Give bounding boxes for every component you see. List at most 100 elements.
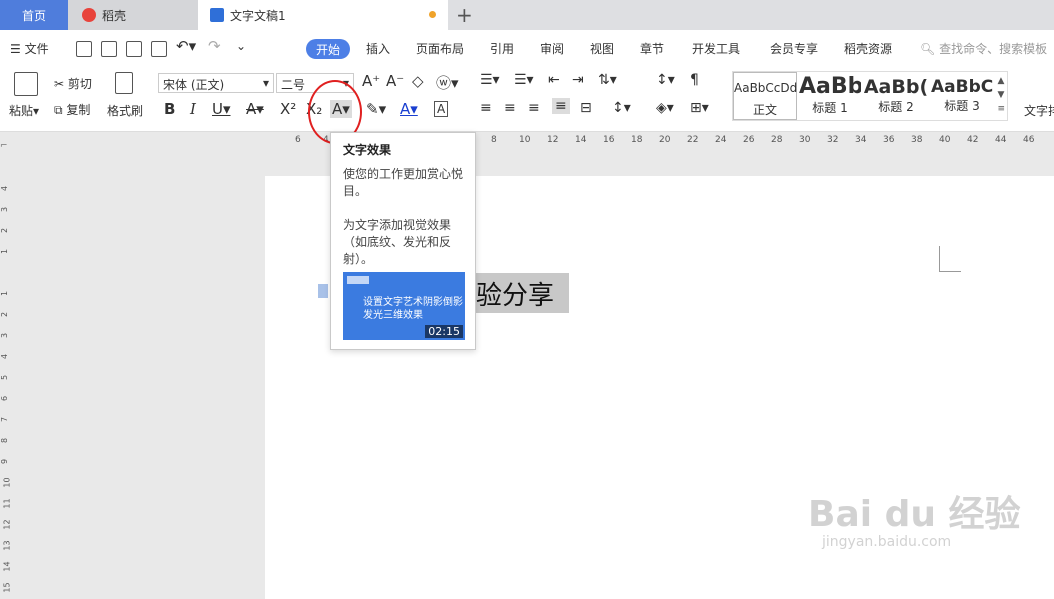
borders-icon[interactable]: ⊞▾ bbox=[690, 100, 709, 116]
video-duration: 02:15 bbox=[425, 325, 463, 338]
ruler-tick-label: 42 bbox=[967, 135, 979, 145]
command-search[interactable]: 🔍︎ 查找命令、搜索模板 bbox=[920, 40, 1047, 57]
vertical-ruler-tick-label: 14 bbox=[2, 561, 12, 572]
line-spacing-icon[interactable]: ↕▾ bbox=[612, 100, 631, 116]
ruler-tick-label: 38 bbox=[911, 135, 923, 145]
align-left-icon[interactable]: ≡ bbox=[480, 100, 492, 116]
print-preview-icon[interactable] bbox=[151, 41, 167, 57]
numbered-list-icon[interactable]: ☰▾ bbox=[514, 72, 534, 88]
cut-button[interactable]: ✂ 剪切 bbox=[54, 75, 92, 92]
style-heading-2-name: 标题 2 bbox=[878, 100, 914, 114]
tooltip-detail: 为文字添加视觉效果（如底纹、发光和反射）。 bbox=[343, 218, 452, 266]
tab-chapter[interactable]: 章节 bbox=[640, 40, 664, 57]
print-icon[interactable] bbox=[126, 41, 142, 57]
quick-access-more-icon[interactable]: ⌄ bbox=[236, 39, 246, 53]
selected-text[interactable]: 验分享 bbox=[472, 273, 569, 313]
clear-format-icon[interactable]: ◇ bbox=[412, 72, 424, 90]
tab-review[interactable]: 审阅 bbox=[540, 40, 564, 57]
font-size-value: 二号 bbox=[281, 78, 306, 92]
tab-references[interactable]: 引用 bbox=[490, 40, 514, 57]
ruler-tick-label: 12 bbox=[547, 135, 559, 145]
grow-font-icon[interactable]: A⁺ bbox=[362, 72, 380, 90]
style-normal[interactable]: AaBbCcDd 正文 bbox=[733, 72, 797, 120]
style-heading-2[interactable]: AaBb( 标题 2 bbox=[863, 72, 929, 120]
tab-home[interactable]: 首页 bbox=[0, 0, 68, 30]
format-painter-icon[interactable] bbox=[115, 72, 133, 94]
ruler-tick-label: 30 bbox=[799, 135, 811, 145]
vertical-ruler-tick-label: 10 bbox=[2, 477, 12, 488]
undo-icon[interactable]: ↶▾ bbox=[176, 37, 196, 55]
decrease-indent-icon[interactable]: ⇤ bbox=[548, 72, 560, 88]
align-right-icon[interactable]: ≡ bbox=[528, 100, 540, 116]
tab-view[interactable]: 视图 bbox=[590, 40, 614, 57]
redo-icon[interactable]: ↷ bbox=[208, 37, 221, 55]
style-gallery-scroll[interactable]: ▲ ▼ ≡ bbox=[997, 74, 1005, 116]
character-border-icon[interactable]: A bbox=[434, 101, 449, 117]
style-heading-3[interactable]: AaBbC 标题 3 bbox=[931, 72, 993, 120]
justify-icon[interactable]: ≡ bbox=[552, 98, 570, 114]
font-family-select[interactable]: 宋体 (正文) ▾ bbox=[158, 73, 274, 93]
italic-icon[interactable]: I bbox=[190, 100, 196, 118]
watermark-brand: Bai du 经验 bbox=[808, 494, 1021, 535]
new-tab-plus-icon[interactable]: + bbox=[456, 3, 473, 27]
highlight-icon[interactable]: ✎▾ bbox=[366, 100, 386, 118]
increase-indent-icon[interactable]: ⇥ bbox=[572, 72, 584, 88]
tab-page-layout[interactable]: 页面布局 bbox=[416, 40, 464, 57]
save-icon[interactable] bbox=[76, 41, 92, 57]
paragraph-spacing-icon[interactable]: ↕▾ bbox=[656, 72, 675, 88]
baidu-watermark: Bai du 经验 bbox=[808, 485, 1021, 537]
vertical-ruler-tick-label: 8 bbox=[0, 437, 10, 444]
format-painter-button[interactable]: 格式刷 bbox=[107, 102, 143, 119]
cut-label: 剪切 bbox=[67, 77, 92, 91]
export-pdf-icon[interactable] bbox=[101, 41, 117, 57]
tab-developer[interactable]: 开发工具 bbox=[692, 40, 740, 57]
paste-label: 粘贴 bbox=[9, 104, 34, 118]
style-heading-3-preview: AaBbC bbox=[931, 77, 993, 97]
vertical-ruler-tick-label: 4 bbox=[0, 353, 10, 360]
style-heading-2-preview: AaBb( bbox=[863, 76, 929, 98]
style-heading-1[interactable]: AaBb 标题 1 bbox=[799, 72, 861, 120]
paste-icon[interactable] bbox=[14, 72, 38, 96]
tab-start-label: 开始 bbox=[315, 42, 340, 57]
baidu-watermark-url: jingyan.baidu.com bbox=[822, 534, 951, 550]
bullet-list-icon[interactable]: ☰▾ bbox=[480, 72, 500, 88]
shading-icon[interactable]: ◈▾ bbox=[656, 100, 674, 116]
vertical-ruler-tick-label: 2 bbox=[0, 227, 10, 234]
tab-daoke-resources[interactable]: 稻壳资源 bbox=[844, 40, 892, 57]
text-tools-button[interactable]: 文字排 bbox=[1024, 102, 1054, 119]
vertical-ruler-tick-label: 3 bbox=[0, 332, 10, 339]
selected-text-content: 验分享 bbox=[476, 281, 555, 311]
tooltip-description: 使您的工作更加赏心悦目。 bbox=[343, 167, 464, 198]
distributed-icon[interactable]: ⊟ bbox=[580, 100, 592, 116]
tutorial-video-thumbnail[interactable]: 设置文字艺术阴影倒影发光三维效果 02:15 bbox=[343, 272, 465, 340]
tab-start[interactable]: 开始 bbox=[306, 39, 350, 59]
sort-icon[interactable]: ⇅▾ bbox=[598, 72, 617, 88]
strikethrough-icon[interactable]: A▾ bbox=[246, 100, 264, 118]
tab-insert[interactable]: 插入 bbox=[366, 40, 390, 57]
superscript-icon[interactable]: X² bbox=[280, 100, 296, 118]
font-color-icon[interactable]: A▾ bbox=[400, 100, 418, 118]
tab-daoke-label: 稻壳 bbox=[102, 8, 127, 23]
paste-button[interactable]: 粘贴▾ bbox=[9, 102, 39, 119]
tab-member[interactable]: 会员专享 bbox=[770, 40, 818, 57]
copy-label: 复制 bbox=[66, 103, 91, 117]
bold-icon[interactable]: B bbox=[164, 100, 175, 118]
vertical-ruler-tick-label: 12 bbox=[2, 519, 12, 530]
font-family-value: 宋体 (正文) bbox=[163, 78, 225, 92]
watermark-url: jingyan.baidu.com bbox=[822, 534, 952, 550]
file-menu[interactable]: ☰ 文件 bbox=[10, 40, 49, 57]
command-search-placeholder: 查找命令、搜索模板 bbox=[939, 42, 1048, 56]
tab-document[interactable]: 文字文稿1 bbox=[198, 0, 448, 30]
align-center-icon[interactable]: ≡ bbox=[504, 100, 516, 116]
thumbnail-title: 设置文字艺术阴影倒影发光三维效果 bbox=[363, 297, 463, 321]
vertical-ruler-tick-label: 9 bbox=[0, 458, 10, 465]
underline-icon[interactable]: U▾ bbox=[212, 100, 231, 118]
tab-daoke[interactable]: 稻壳 bbox=[68, 0, 198, 30]
phonetic-guide-icon[interactable]: ⓦ▾ bbox=[436, 72, 459, 93]
vertical-ruler-tick-label: 13 bbox=[2, 540, 12, 551]
show-marks-icon[interactable]: ¶ bbox=[690, 72, 699, 88]
ruler-tick-label: 10 bbox=[519, 135, 531, 145]
shrink-font-icon[interactable]: A⁻ bbox=[386, 72, 404, 90]
ruler-tick-label: 26 bbox=[743, 135, 755, 145]
copy-button[interactable]: ⧉ 复制 bbox=[54, 101, 90, 118]
